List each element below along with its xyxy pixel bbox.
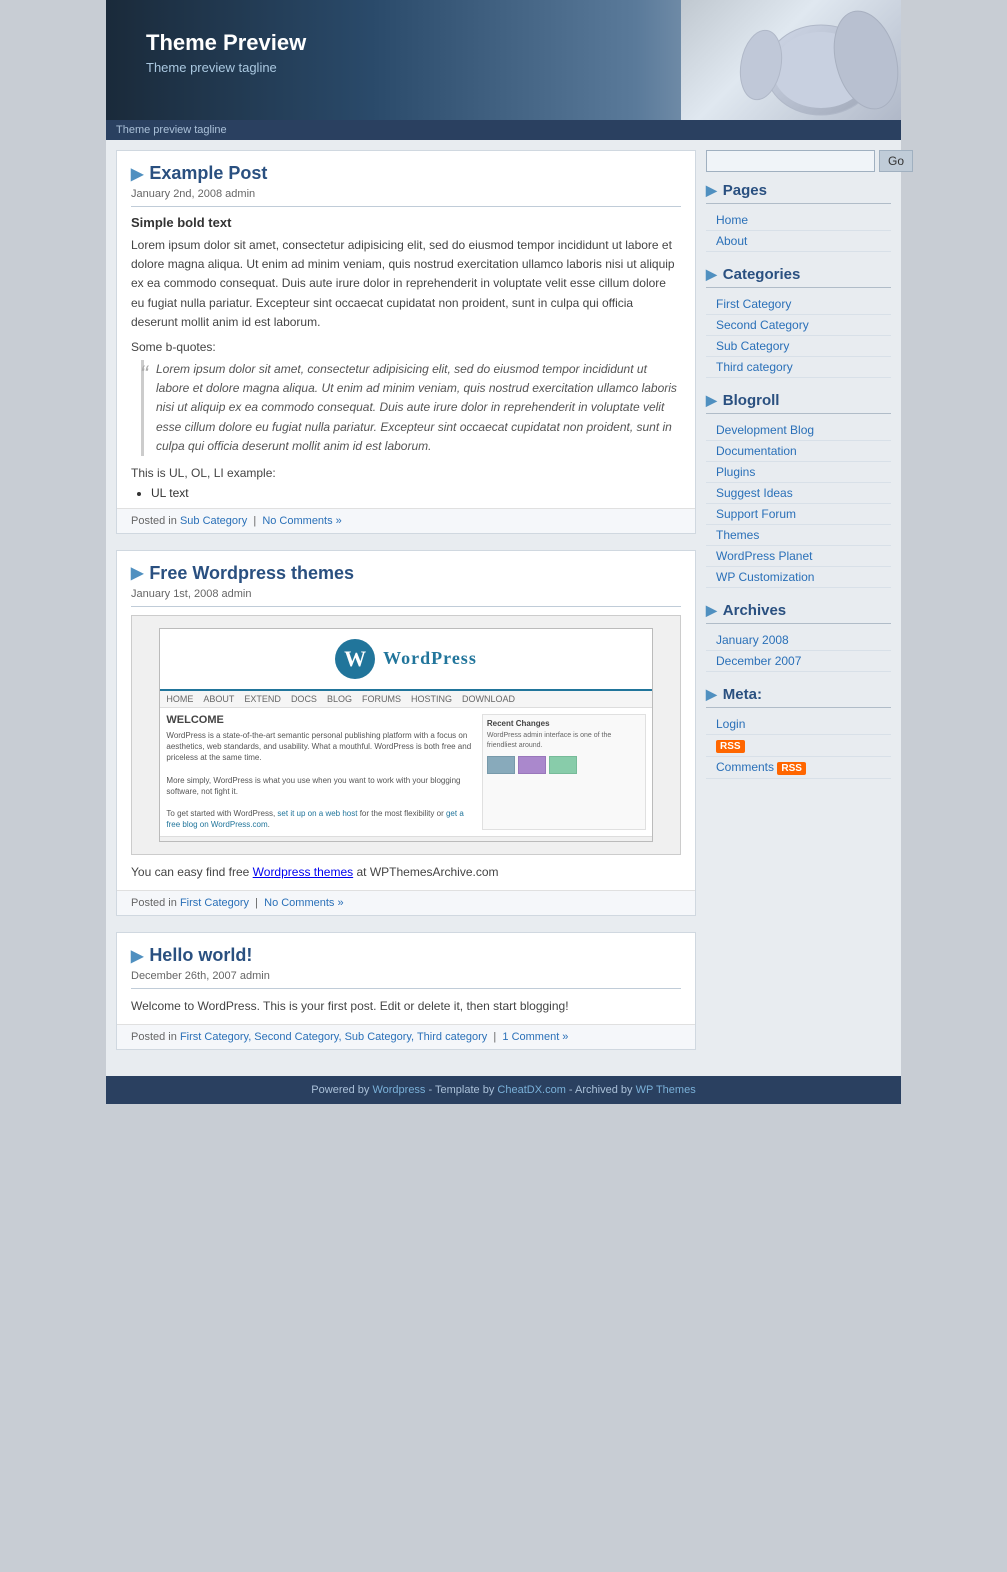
search-button[interactable]: Go — [879, 150, 913, 172]
sidebar: Go ▶ Pages Home About ▶ Categories First… — [706, 150, 891, 1066]
categories-arrow-icon: ▶ — [706, 266, 717, 283]
post-meta-1: January 2nd, 2008 admin — [131, 188, 681, 207]
post-footer-3: Posted in First Category, Second Categor… — [117, 1024, 695, 1049]
sidebar-link-support[interactable]: Support Forum — [706, 504, 891, 525]
sidebar-link-sub-cat[interactable]: Sub Category — [706, 336, 891, 357]
post-title-text-2: Free Wordpress themes — [149, 563, 354, 584]
meta-arrow-icon: ▶ — [706, 686, 717, 703]
wp-themes-link[interactable]: Wordpress themes — [253, 865, 353, 879]
sidebar-link-comments-rss[interactable]: Comments RSS — [706, 757, 891, 779]
wp-nav-bar: HOME ABOUT EXTEND DOCS BLOG FORUMS HOSTI… — [160, 691, 651, 708]
post-example: ▶ Example Post January 2nd, 2008 admin S… — [116, 150, 696, 534]
sidebar-categories-title: ▶ Categories — [706, 266, 891, 288]
sidebar-link-about[interactable]: About — [706, 231, 891, 252]
post-arrow-icon-2: ▶ — [131, 563, 143, 583]
sidebar-section-archives: ▶ Archives January 2008 December 2007 — [706, 602, 891, 672]
sidebar-link-suggest[interactable]: Suggest Ideas — [706, 483, 891, 504]
post-footer-2: Posted in First Category | No Comments » — [117, 890, 695, 915]
post-body-2: You can easy find free Wordpress themes … — [131, 863, 681, 882]
sidebar-link-themes[interactable]: Themes — [706, 525, 891, 546]
wp-content-sidebar: Recent Changes WordPress admin interface… — [482, 714, 646, 831]
bquotes-label: Some b-quotes: — [131, 340, 681, 354]
post-cats-link-3[interactable]: First Category, Second Category, Sub Cat… — [180, 1031, 487, 1043]
post-cat-link-2[interactable]: First Category — [180, 897, 249, 909]
wp-logo-area: W WordPress — [160, 629, 651, 691]
post-title-text-1: Example Post — [149, 163, 267, 184]
wp-content-main: WELCOME WordPress is a state-of-the-art … — [166, 714, 473, 831]
blockquote-text-1: Lorem ipsum dolor sit amet, consectetur … — [156, 362, 677, 453]
footer-cheatdx-link[interactable]: CheatDX.com — [497, 1084, 565, 1096]
sidebar-section-blogroll: ▶ Blogroll Development Blog Documentatio… — [706, 392, 891, 588]
site-footer: Powered by Wordpress - Template by Cheat… — [106, 1076, 901, 1104]
header-image — [681, 0, 901, 120]
post-hello-world: ▶ Hello world! December 26th, 2007 admin… — [116, 932, 696, 1050]
site-header: Theme Preview Theme preview tagline — [106, 0, 901, 120]
post-cat-link-1[interactable]: Sub Category — [180, 515, 247, 527]
post-title-2: ▶ Free Wordpress themes — [131, 563, 681, 584]
post-comments-link-3[interactable]: 1 Comment » — [502, 1031, 568, 1043]
search-input[interactable] — [706, 150, 875, 172]
post-comments-link-2[interactable]: No Comments » — [264, 897, 343, 909]
topbar: Theme preview tagline — [106, 120, 901, 140]
wp-screenshot: W WordPress HOME ABOUT EXTEND DOCS BLOG … — [131, 615, 681, 855]
post-meta-3: December 26th, 2007 admin — [131, 970, 681, 989]
sidebar-meta-title: ▶ Meta: — [706, 686, 891, 708]
post-body-3: Welcome to WordPress. This is your first… — [131, 997, 681, 1016]
sidebar-link-dec2007[interactable]: December 2007 — [706, 651, 891, 672]
sidebar-section-meta: ▶ Meta: Login RSS Comments RSS — [706, 686, 891, 779]
sidebar-link-home[interactable]: Home — [706, 210, 891, 231]
sidebar-link-login[interactable]: Login — [706, 714, 891, 735]
site-title: Theme Preview — [146, 30, 306, 56]
footer-wpthemes-link[interactable]: WP Themes — [636, 1084, 696, 1096]
wp-screenshot-inner: W WordPress HOME ABOUT EXTEND DOCS BLOG … — [159, 628, 652, 842]
sidebar-archives-title: ▶ Archives — [706, 602, 891, 624]
post-title-1: ▶ Example Post — [131, 163, 681, 184]
footer-text: Powered by Wordpress - Template by Cheat… — [311, 1084, 695, 1096]
post-subtitle-1: Simple bold text — [131, 215, 681, 230]
sidebar-link-first-cat[interactable]: First Category — [706, 294, 891, 315]
ul-item: UL text — [151, 486, 681, 500]
blogroll-arrow-icon: ▶ — [706, 392, 717, 409]
main-content: ▶ Example Post January 2nd, 2008 admin S… — [116, 150, 696, 1066]
comments-rss-badge: RSS — [777, 762, 806, 775]
ul-ol-label: This is UL, OL, LI example: — [131, 466, 681, 480]
post-title-text-3: Hello world! — [149, 945, 252, 966]
post-wp-themes: ▶ Free Wordpress themes January 1st, 200… — [116, 550, 696, 916]
sidebar-link-jan2008[interactable]: January 2008 — [706, 630, 891, 651]
sidebar-link-third-cat[interactable]: Third category — [706, 357, 891, 378]
wp-footer-bar: READY TO BEGIN? » Download and Install »… — [160, 836, 651, 842]
sidebar-link-plugins[interactable]: Plugins — [706, 462, 891, 483]
post-footer-1: Posted in Sub Category | No Comments » — [117, 508, 695, 533]
rss-badge: RSS — [716, 740, 745, 753]
wp-content-area: WELCOME WordPress is a state-of-the-art … — [160, 708, 651, 837]
main-wrapper: ▶ Example Post January 2nd, 2008 admin S… — [106, 140, 901, 1076]
sidebar-pages-title: ▶ Pages — [706, 182, 891, 204]
post-body-1: Lorem ipsum dolor sit amet, consectetur … — [131, 236, 681, 332]
pages-arrow-icon: ▶ — [706, 182, 717, 199]
post-comments-link-1[interactable]: No Comments » — [262, 515, 341, 527]
post-meta-2: January 1st, 2008 admin — [131, 588, 681, 607]
sidebar-link-dev-blog[interactable]: Development Blog — [706, 420, 891, 441]
archives-arrow-icon: ▶ — [706, 602, 717, 619]
site-tagline: Theme preview tagline — [146, 60, 306, 75]
sidebar-link-wp-custom[interactable]: WP Customization — [706, 567, 891, 588]
sidebar-link-rss[interactable]: RSS — [706, 735, 891, 757]
sidebar-section-pages: ▶ Pages Home About — [706, 182, 891, 252]
sidebar-link-docs[interactable]: Documentation — [706, 441, 891, 462]
sidebar-link-wp-planet[interactable]: WordPress Planet — [706, 546, 891, 567]
sidebar-link-second-cat[interactable]: Second Category — [706, 315, 891, 336]
topbar-tagline: Theme preview tagline — [116, 124, 227, 136]
post-arrow-icon-3: ▶ — [131, 946, 143, 966]
post-ul: UL text — [151, 486, 681, 500]
sidebar-blogroll-title: ▶ Blogroll — [706, 392, 891, 414]
footer-wordpress-link[interactable]: Wordpress — [372, 1084, 425, 1096]
post-title-3: ▶ Hello world! — [131, 945, 681, 966]
wp-logo-text: WordPress — [383, 648, 477, 669]
content-area: ▶ Example Post January 2nd, 2008 admin S… — [116, 150, 891, 1066]
wp-logo-circle: W — [335, 639, 375, 679]
sidebar-search: Go — [706, 150, 891, 172]
blockquote-1: Lorem ipsum dolor sit amet, consectetur … — [141, 360, 681, 456]
sidebar-section-categories: ▶ Categories First Category Second Categ… — [706, 266, 891, 378]
post-arrow-icon-1: ▶ — [131, 164, 143, 184]
